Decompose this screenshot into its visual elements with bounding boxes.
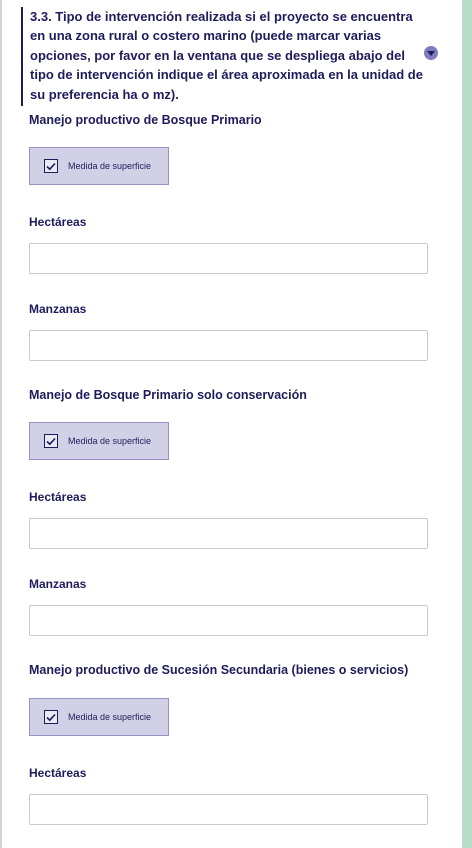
checkbox-box[interactable] [44,159,58,173]
chevron-down-icon [427,51,435,56]
section-title-sucesion-secundaria: Manejo productivo de Sucesión Secundaria… [29,663,409,677]
field-label-manzanas-2: Manzanas [29,577,87,591]
checkmark-icon [46,713,56,721]
manzanas-input-1[interactable] [29,330,428,361]
checkbox-box[interactable] [44,434,58,448]
checkbox-label: Medida de superficie [68,161,152,171]
measure-checkbox-3[interactable]: Medida de superficie [29,698,169,736]
checkmark-icon [46,162,56,170]
checkbox-label: Medida de superficie [68,712,152,722]
collapse-toggle-button[interactable] [424,46,438,60]
checkmark-icon [46,437,56,445]
field-label-hectareas-2: Hectáreas [29,490,87,504]
field-label-hectareas-1: Hectáreas [29,215,87,229]
checkbox-box[interactable] [44,710,58,724]
left-border [0,0,2,848]
hectareas-input-3[interactable] [29,794,428,825]
field-label-manzanas-1: Manzanas [29,302,87,316]
checkbox-label: Medida de superficie [68,436,152,446]
question-text: 3.3. Tipo de intervención realizada si e… [30,9,423,102]
measure-checkbox-1[interactable]: Medida de superficie [29,147,169,185]
section-title-bosque-primario-conservacion: Manejo de Bosque Primario solo conservac… [29,388,307,402]
manzanas-input-2[interactable] [29,605,428,636]
hectareas-input-2[interactable] [29,518,428,549]
measure-checkbox-2[interactable]: Medida de superficie [29,422,169,460]
section-title-bosque-primario-productivo: Manejo productivo de Bosque Primario [29,113,262,127]
hectareas-input-1[interactable] [29,243,428,274]
form-page: 3.3. Tipo de intervención realizada si e… [0,0,472,848]
question-block: 3.3. Tipo de intervención realizada si e… [21,7,425,107]
field-label-hectareas-3: Hectáreas [29,766,87,780]
right-accent-band [462,0,472,848]
